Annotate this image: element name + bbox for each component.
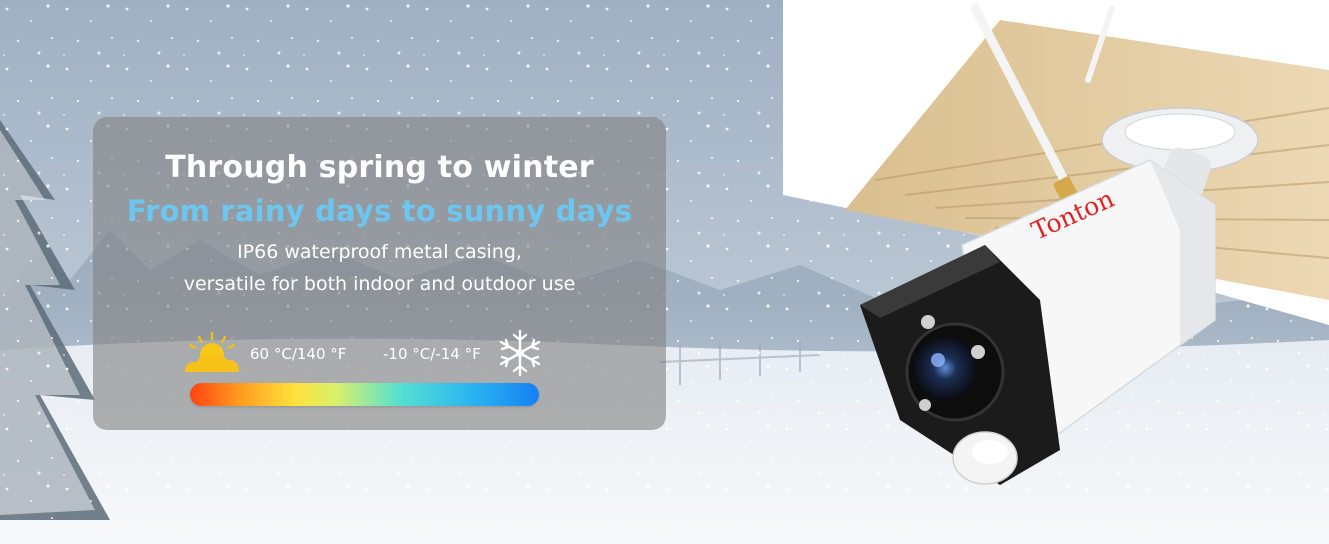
high-temperature-label: 60 °C/140 °F bbox=[250, 345, 347, 363]
headline: Through spring to winter bbox=[165, 150, 594, 185]
subheadline: From rainy days to sunny days bbox=[126, 194, 633, 228]
description-line-2: versatile for both indoor and outdoor us… bbox=[183, 273, 576, 295]
description-line-1: IP66 waterproof metal casing, bbox=[237, 241, 522, 263]
temperature-range-bar bbox=[190, 383, 539, 406]
snowflake-icon bbox=[499, 329, 541, 377]
product-banner: Through spring to winter From rainy days… bbox=[0, 0, 1329, 544]
low-temperature-label: -10 °C/-14 °F bbox=[383, 345, 481, 363]
feature-info-panel: Through spring to winter From rainy days… bbox=[93, 117, 666, 430]
sun-cloud-icon bbox=[185, 331, 239, 372]
